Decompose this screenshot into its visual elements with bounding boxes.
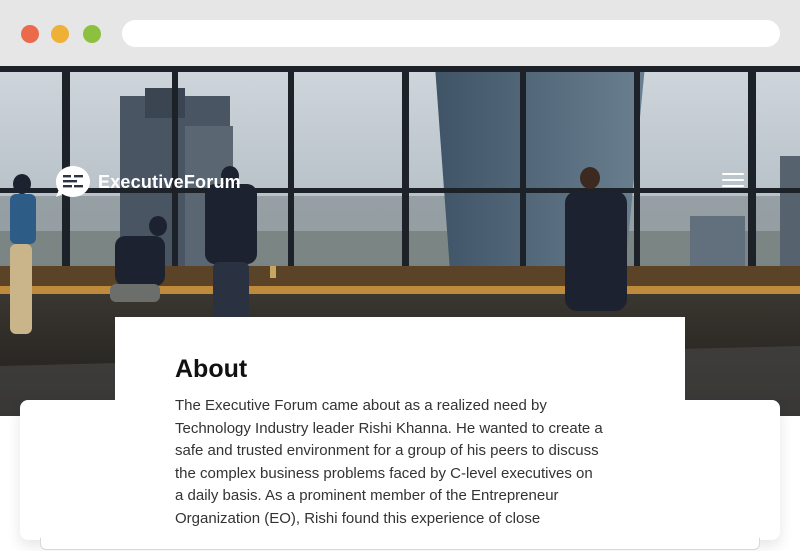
about-line: Technology Industry leader Rishi Khanna.… [175, 419, 603, 437]
chat-bubble-lines-icon [55, 165, 91, 199]
minimize-window-icon[interactable] [51, 25, 69, 43]
about-line: Organization (EO), Rishi found this expe… [175, 509, 541, 527]
about-line: the complex business problems faced by C… [175, 464, 593, 482]
page-bottom-edge [40, 538, 760, 550]
site-logo[interactable]: ExecutiveForum [55, 165, 241, 199]
maximize-window-icon[interactable] [83, 25, 101, 43]
about-line: The Executive Forum came about as a real… [175, 397, 547, 414]
browser-toolbar [0, 0, 800, 66]
address-bar[interactable] [122, 20, 780, 47]
about-line: safe and trusted environment for a group… [175, 442, 599, 459]
hamburger-menu-icon[interactable] [722, 173, 744, 191]
about-body: The Executive Forum came about as a real… [175, 395, 635, 530]
browser-window: ExecutiveForum About The Executive Forum… [0, 0, 800, 551]
about-line: a daily basis. As a prominent member of … [175, 487, 559, 504]
close-window-icon[interactable] [21, 25, 39, 43]
brand-name: ExecutiveForum [98, 171, 241, 192]
about-title: About [175, 355, 248, 383]
about-section: About The Executive Forum came about as … [115, 317, 685, 531]
